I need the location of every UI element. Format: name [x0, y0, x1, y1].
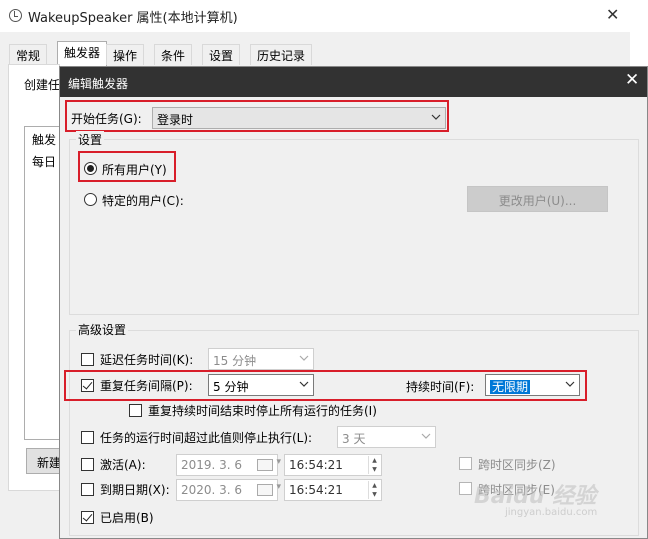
properties-titlebar: WakeupSpeaker 属性(本地计算机) ✕: [0, 0, 630, 32]
expire-time-value: 16:54:21: [289, 483, 343, 497]
properties-title: WakeupSpeaker 属性(本地计算机): [28, 11, 238, 26]
change-user-button[interactable]: 更改用户(U)...: [467, 186, 608, 212]
settings-title: 设置: [76, 131, 105, 148]
tab-actions[interactable]: 操作: [106, 44, 145, 65]
repeat-checkbox[interactable]: [81, 379, 94, 392]
advanced-title: 高级设置: [76, 321, 129, 338]
clock-icon: [9, 9, 22, 22]
list-header: 触发: [32, 133, 57, 147]
all-users-label[interactable]: 所有用户(Y): [102, 161, 167, 178]
activate-checkbox[interactable]: [81, 458, 94, 471]
expire-time-stepper[interactable]: 16:54:21 ▲ ▼: [284, 479, 382, 501]
spin-icon[interactable]: ▲ ▼: [368, 481, 380, 499]
list-item[interactable]: 每日: [32, 153, 56, 170]
expire-label[interactable]: 到期日期(X):: [100, 481, 170, 498]
activate-date-picker[interactable]: 2019. 3. 6: [176, 454, 281, 476]
chevron-down-icon: [299, 379, 309, 389]
chevron-down-icon: [421, 431, 431, 441]
stop-exceed-label[interactable]: 任务的运行时间超过此值则停止执行(L):: [100, 429, 312, 446]
duration-select[interactable]: 无限期: [485, 374, 580, 396]
chevron-down-icon: [565, 379, 575, 389]
tab-triggers[interactable]: 触发器: [57, 41, 108, 66]
specific-user-radio[interactable]: [84, 193, 97, 206]
all-users-radio[interactable]: [84, 162, 97, 175]
enabled-label[interactable]: 已启用(B): [100, 509, 154, 526]
edit-trigger-dialog: 编辑触发器 ✕ 开始任务(G): 登录时 设置 所有用户(Y) 特定的用户(C)…: [59, 66, 648, 539]
tab-history[interactable]: 历史记录: [250, 44, 313, 65]
chevron-down-icon: [431, 112, 441, 122]
expire-date-value: 2020. 3. 6: [181, 483, 243, 497]
stop-exceed-checkbox[interactable]: [81, 431, 94, 444]
stop-all-checkbox[interactable]: [129, 404, 142, 417]
baidu-watermark: Baidu 经验: [474, 484, 597, 509]
sync-tz-label[interactable]: 跨时区同步(Z): [478, 456, 556, 473]
expire-date-picker[interactable]: 2020. 3. 6: [176, 479, 281, 501]
spin-icon[interactable]: ▲ ▼: [368, 456, 380, 474]
activate-time-stepper[interactable]: 16:54:21 ▲ ▼: [284, 454, 382, 476]
repeat-select[interactable]: 5 分钟: [208, 374, 314, 396]
begin-task-label: 开始任务(G):: [71, 112, 142, 126]
tab-general[interactable]: 常规: [9, 44, 48, 65]
close-icon[interactable]: ✕: [625, 70, 639, 90]
delay-value: 15 分钟: [213, 354, 257, 368]
delay-checkbox[interactable]: [81, 353, 94, 366]
begin-task-select[interactable]: 登录时: [152, 107, 446, 129]
dialog-title: 编辑触发器: [68, 77, 129, 91]
chevron-down-icon: [299, 353, 309, 363]
duration-value: 无限期: [490, 380, 531, 394]
trigger-list[interactable]: [24, 126, 60, 440]
duration-label: 持续时间(F):: [406, 380, 475, 394]
new-button[interactable]: 新建: [26, 448, 62, 474]
begin-task-value: 登录时: [157, 113, 194, 127]
tab-conditions[interactable]: 条件: [154, 44, 193, 65]
repeat-value: 5 分钟: [213, 380, 249, 394]
tab-settings[interactable]: 设置: [202, 44, 241, 65]
expire-checkbox[interactable]: [81, 483, 94, 496]
close-icon[interactable]: ✕: [606, 5, 619, 24]
calendar-icon: [257, 457, 281, 471]
stop-exceed-select[interactable]: 3 天: [337, 426, 436, 448]
sync-tz-checkbox[interactable]: [459, 482, 472, 495]
create-label: 创建任: [24, 78, 61, 92]
watermark-url: jingyan.baidu.com: [505, 507, 598, 518]
stop-exceed-value: 3 天: [342, 432, 366, 446]
activate-date-value: 2019. 3. 6: [181, 458, 243, 472]
enabled-checkbox[interactable]: [81, 511, 94, 524]
sync-tz-checkbox[interactable]: [459, 457, 472, 470]
activate-time-value: 16:54:21: [289, 458, 343, 472]
dialog-titlebar: 编辑触发器 ✕: [60, 67, 647, 97]
delay-select[interactable]: 15 分钟: [208, 348, 314, 370]
stop-all-label[interactable]: 重复持续时间结束时停止所有运行的任务(I): [148, 402, 377, 419]
repeat-label[interactable]: 重复任务间隔(P):: [100, 377, 193, 394]
delay-label[interactable]: 延迟任务时间(K):: [100, 351, 193, 368]
specific-user-label[interactable]: 特定的用户(C):: [102, 192, 184, 209]
activate-label[interactable]: 激活(A):: [100, 456, 146, 473]
calendar-icon: [257, 482, 281, 496]
